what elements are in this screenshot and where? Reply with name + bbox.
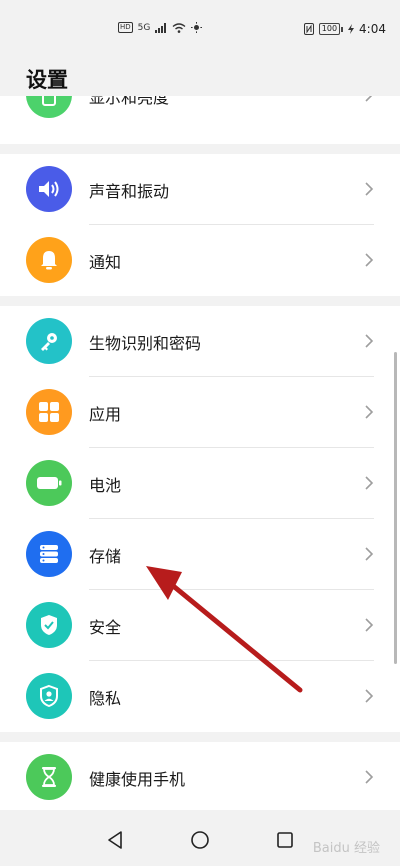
- home-circle-icon: [191, 831, 209, 849]
- home-button[interactable]: [188, 828, 212, 852]
- back-button[interactable]: [103, 828, 127, 852]
- annotation-arrow: [146, 566, 303, 693]
- recents-button[interactable]: [273, 828, 297, 852]
- navigation-bar: Baidu 经验: [0, 810, 400, 866]
- watermark: Baidu 经验: [312, 841, 380, 856]
- recents-square-icon: [277, 832, 293, 848]
- back-triangle-icon: [108, 831, 122, 849]
